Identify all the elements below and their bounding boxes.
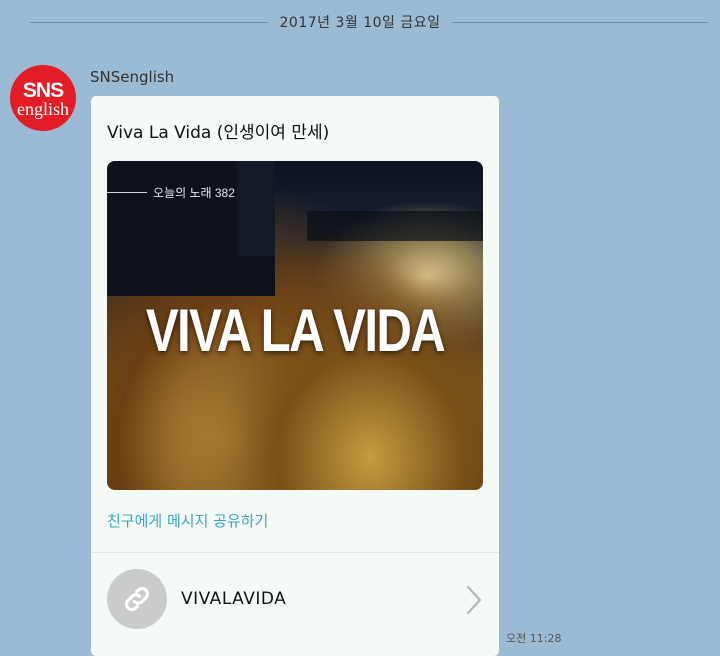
- date-separator: 2017년 3월 10일 금요일: [0, 10, 720, 34]
- image-subtitle-text: 오늘의 노래 382: [153, 185, 235, 200]
- link-preview-row[interactable]: VIVALAVIDA: [91, 553, 499, 653]
- date-label: 2017년 3월 10일 금요일: [279, 15, 441, 31]
- date-divider-right: [452, 22, 708, 23]
- avatar-logo-text-1: SNS: [22, 78, 64, 102]
- shared-message-card[interactable]: Viva La Vida (인생이여 만세) 오늘의 노래 382 VIVA L…: [91, 96, 499, 656]
- image-building: [237, 161, 275, 256]
- card-title: Viva La Vida (인생이여 만세): [107, 123, 330, 143]
- sender-avatar[interactable]: SNS english: [10, 65, 76, 131]
- link-title: VIVALAVIDA: [181, 589, 287, 609]
- image-headline: VIVA LA VIDA: [145, 297, 446, 364]
- date-divider-left: [30, 22, 268, 23]
- avatar-logo-text-2: english: [17, 98, 69, 119]
- link-icon: [107, 569, 167, 629]
- image-subtitle-rule: [107, 191, 147, 193]
- sender-name[interactable]: SNSenglish: [90, 68, 174, 86]
- share-with-friends-link[interactable]: 친구에게 메시지 공유하기: [107, 510, 268, 531]
- image-building: [307, 211, 483, 241]
- message-timestamp: 오전 11:28: [506, 632, 562, 645]
- card-image[interactable]: 오늘의 노래 382 VIVA LA VIDA: [107, 161, 483, 490]
- image-subtitle: 오늘의 노래 382: [107, 183, 235, 201]
- chevron-right-icon[interactable]: [463, 583, 485, 621]
